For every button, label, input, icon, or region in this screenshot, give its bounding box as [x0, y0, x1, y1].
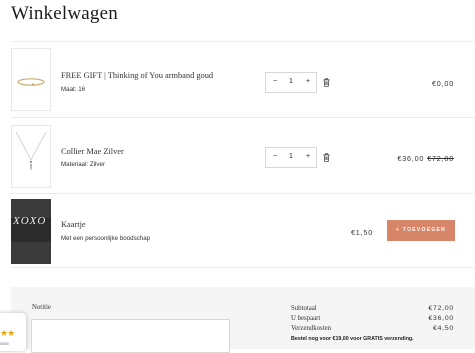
quantity-stepper[interactable]: − 1 +	[265, 72, 317, 93]
old-price: €72,00	[427, 154, 454, 163]
increase-button[interactable]: +	[306, 78, 310, 85]
decrease-button[interactable]: −	[273, 153, 277, 160]
review-widget[interactable]: ★★ 0850	[0, 313, 26, 351]
divider	[11, 41, 475, 42]
quantity-stepper[interactable]: − 1 +	[265, 147, 317, 168]
notes-textarea[interactable]	[31, 319, 230, 353]
saved-label: U bespaart	[291, 315, 321, 322]
item-price: €0,00	[432, 79, 454, 88]
product-name[interactable]: FREE GIFT | Thinking of You armband goud	[61, 71, 213, 80]
product-name[interactable]: Collier Mae Zilver	[61, 147, 124, 156]
divider	[11, 267, 475, 268]
product-variant: Maat: 16	[61, 86, 86, 93]
card-image-text: XOXO	[13, 215, 47, 227]
trash-icon[interactable]	[323, 153, 330, 162]
item-price: €1,50	[351, 228, 373, 237]
divider	[11, 117, 475, 118]
bracelet-image	[17, 78, 45, 86]
shipping-label: Verzendkosten	[291, 325, 332, 332]
product-name[interactable]: Kaartje	[61, 220, 86, 229]
star-rating-icon: ★★	[0, 328, 15, 338]
product-thumbnail[interactable]: XOXO	[11, 199, 51, 264]
price-value: €0,00	[432, 79, 454, 88]
product-variant: Met een persoonlijke boodschap	[61, 235, 151, 242]
product-thumbnail[interactable]	[11, 48, 51, 111]
notes-label: Notitie	[32, 304, 51, 311]
page-title: Winkelwagen	[11, 3, 118, 24]
quantity-value[interactable]: 1	[289, 78, 293, 85]
divider	[11, 193, 475, 194]
subtotal-label: Subtotaal	[291, 305, 317, 312]
trash-icon[interactable]	[323, 78, 330, 87]
necklace-image	[15, 131, 47, 170]
price-value: €36,00	[397, 154, 425, 163]
shipping-value: €4,50	[432, 325, 454, 332]
item-price: €36,00 €72,00	[397, 154, 454, 163]
decrease-button[interactable]: −	[273, 78, 277, 85]
subtotal-value: €72,00	[428, 305, 454, 312]
quantity-value[interactable]: 1	[289, 153, 293, 160]
saved-value: €36,00	[428, 315, 454, 322]
free-shipping-note: Bestel nog voor €19,00 voor GRATIS verze…	[291, 336, 414, 342]
product-thumbnail[interactable]	[11, 125, 51, 188]
product-variant: Materiaal: Zilver	[61, 161, 106, 168]
increase-button[interactable]: +	[306, 153, 310, 160]
review-caption: 0850	[0, 341, 9, 346]
add-button[interactable]: + TOEVOEGEN	[387, 220, 455, 241]
